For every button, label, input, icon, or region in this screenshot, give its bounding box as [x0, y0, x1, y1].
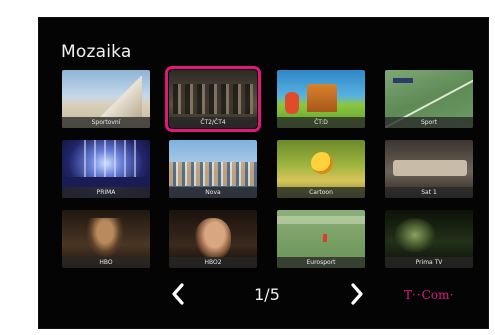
channel-tile-cartoon[interactable]: Cartoon: [277, 140, 365, 198]
channel-label: Eurosport: [277, 257, 365, 268]
tcom-logo: T··Com·: [404, 288, 453, 302]
channel-tile-ctd[interactable]: ČT:D: [277, 70, 365, 128]
brand-name: Com·: [421, 288, 454, 302]
channel-tile-prima-tv[interactable]: Prima TV: [385, 210, 473, 268]
channel-tile-eurosport[interactable]: Eurosport: [277, 210, 365, 268]
channel-label: Cartoon: [277, 187, 365, 198]
chevron-left-icon[interactable]: [170, 283, 186, 305]
channel-tile-ct2[interactable]: ČT2/ČT4: [165, 66, 261, 132]
channel-tile-prima[interactable]: PRIMA: [62, 140, 150, 198]
channel-tile-sport[interactable]: Sport: [385, 70, 473, 128]
mosaic-screen: Mozaika Sportovní ČT2/ČT4 ČT:D Sport PRI…: [38, 17, 489, 329]
channel-label: Sport: [385, 117, 473, 128]
channel-tile-sportovni[interactable]: Sportovní: [62, 70, 150, 128]
chevron-right-icon[interactable]: [349, 283, 365, 305]
channel-tile-hbo2[interactable]: HBO2: [169, 210, 257, 268]
page-title: Mozaika: [61, 42, 132, 62]
pager: 1/5 T··Com·: [39, 280, 488, 310]
channel-label: ČT:D: [277, 117, 365, 128]
channel-label: ČT2/ČT4: [169, 117, 257, 128]
page-indicator: 1/5: [254, 285, 280, 304]
channel-tile-hbo[interactable]: HBO: [62, 210, 150, 268]
brand-dots: ··: [412, 288, 422, 302]
channel-tile-nova[interactable]: Nova: [169, 140, 257, 198]
brand-t-mark: T: [404, 288, 413, 302]
channel-label: HBO: [62, 257, 150, 268]
channel-label: Prima TV: [385, 257, 473, 268]
channel-label: Sportovní: [62, 117, 150, 128]
channel-grid: Sportovní ČT2/ČT4 ČT:D Sport PRIMA Nova …: [59, 66, 483, 284]
channel-label: Sat 1: [385, 187, 473, 198]
channel-label: Nova: [169, 187, 257, 198]
channel-label: HBO2: [169, 257, 257, 268]
channel-tile-sat1[interactable]: Sat 1: [385, 140, 473, 198]
channel-label: PRIMA: [62, 187, 150, 198]
